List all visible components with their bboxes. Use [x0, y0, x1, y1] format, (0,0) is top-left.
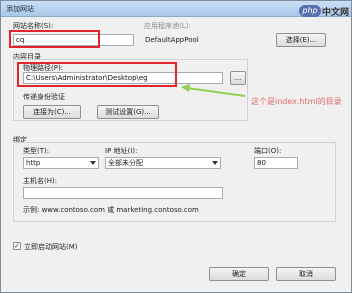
chevron-down-icon	[90, 161, 96, 165]
php-logo-badge: php	[299, 5, 321, 17]
cancel-button[interactable]: 取消	[276, 267, 336, 281]
ip-address-label: IP 地址(I):	[105, 147, 138, 155]
window-title: 添加网站	[6, 5, 34, 13]
connect-as-button[interactable]: 连接为(C)...	[23, 105, 81, 119]
host-name-input[interactable]	[23, 187, 223, 199]
host-name-label: 主机名(H):	[23, 177, 58, 185]
ip-address-value: 全部未分配	[108, 159, 143, 167]
ok-button[interactable]: 确定	[209, 267, 269, 281]
type-select[interactable]: http	[23, 157, 99, 169]
start-now-checkbox[interactable]: ✓	[13, 242, 21, 250]
physical-path-highlight	[17, 62, 177, 87]
ip-address-select[interactable]: 全部未分配	[105, 157, 221, 169]
add-website-dialog: 添加网站 网站名称(S): cq 应用程序池(L): DefaultAppPoo…	[0, 0, 352, 293]
test-settings-button[interactable]: 测试设置(G)...	[97, 105, 159, 119]
type-label: 类型(T):	[23, 147, 50, 155]
port-input[interactable]: 80	[254, 157, 298, 169]
passthrough-auth-label: 传递身份验证	[23, 93, 65, 101]
php-logo-text: 中文网	[322, 8, 350, 18]
port-label: 端口(O):	[254, 147, 282, 155]
annotation-text: 这个是index.html的目录	[251, 97, 342, 106]
app-pool-value: DefaultAppPool	[145, 36, 199, 44]
app-pool-label: 应用程序池(L):	[144, 22, 191, 30]
site-name-highlight	[9, 30, 100, 48]
annotation-arrow-icon	[181, 84, 246, 97]
select-pool-button[interactable]: 选择(E)...	[276, 33, 326, 47]
chevron-down-icon	[212, 161, 218, 165]
php-watermark-logo: php 中文网	[299, 3, 351, 19]
type-value: http	[26, 159, 41, 167]
host-example-text: 示例: www.contoso.com 或 marketing.contoso.…	[23, 206, 199, 214]
start-now-label: 立即启动网站(M)	[24, 243, 78, 251]
check-icon: ✓	[14, 242, 20, 250]
